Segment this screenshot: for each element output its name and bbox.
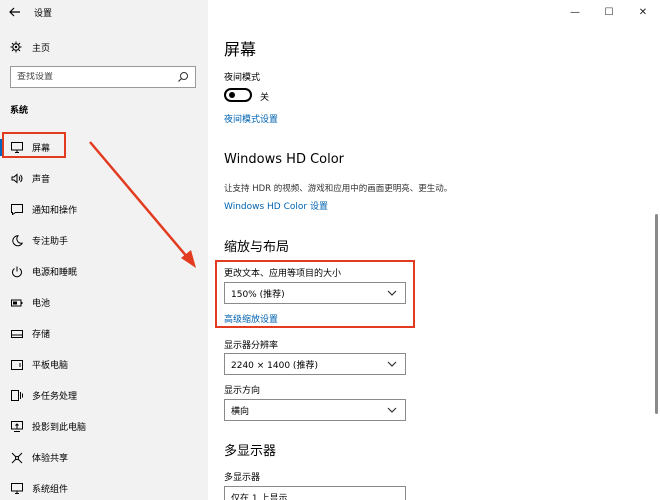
multi-display-value: 仅在 1 上显示	[231, 493, 288, 500]
sidebar-item-storage[interactable]: 存储	[0, 318, 208, 349]
multi-display-label: 多显示器	[224, 473, 261, 483]
components-icon	[10, 482, 24, 496]
sidebar-item-label: 系统组件	[32, 485, 69, 495]
sidebar-item-multitasking[interactable]: 多任务处理	[0, 380, 208, 411]
sidebar-item-label: 多任务处理	[32, 392, 78, 402]
highlight-box-display-nav	[2, 132, 66, 158]
orientation-dropdown[interactable]: 横向	[224, 399, 406, 421]
battery-icon	[10, 296, 24, 310]
sidebar-item-battery[interactable]: 电池	[0, 287, 208, 318]
resolution-dropdown[interactable]: 2240 × 1400 (推荐)	[224, 353, 406, 375]
search-input[interactable]	[17, 72, 167, 82]
highlight-box-scale	[215, 260, 415, 328]
main-panel: — ☐ ✕ 屏幕 夜间模式 关 夜间模式设置 Windows HD Color …	[208, 0, 660, 500]
sidebar-item-project[interactable]: 投影到此电脑	[0, 411, 208, 442]
sidebar-item-label: 存储	[32, 330, 51, 340]
sidebar: 设置 主页 系统 屏幕 声音 通知和操作 专注助手 电源和睡眠	[0, 0, 208, 500]
title-bar: 设置	[0, 0, 208, 24]
resolution-value: 2240 × 1400 (推荐)	[231, 360, 318, 371]
scale-layout-heading: 缩放与布局	[224, 240, 290, 255]
app-title: 设置	[34, 8, 53, 19]
message-icon	[10, 203, 24, 217]
project-icon	[10, 420, 24, 434]
sidebar-item-label: 专注助手	[32, 237, 69, 247]
share-icon	[10, 451, 24, 465]
storage-icon	[10, 327, 24, 341]
page-title: 屏幕	[224, 40, 257, 59]
scrollbar[interactable]	[655, 214, 658, 414]
sidebar-item-focus-assist[interactable]: 专注助手	[0, 225, 208, 256]
sidebar-item-tablet[interactable]: 平板电脑	[0, 349, 208, 380]
back-arrow-icon	[9, 7, 20, 17]
sidebar-item-label: 电池	[32, 299, 51, 309]
minimize-button[interactable]: —	[558, 0, 592, 24]
sidebar-item-shared-experiences[interactable]: 体验共享	[0, 442, 208, 473]
night-mode-label: 夜间模式	[224, 73, 261, 83]
sidebar-item-label: 平板电脑	[32, 361, 69, 371]
moon-icon	[10, 234, 24, 248]
maximize-button[interactable]: ☐	[592, 0, 626, 24]
multi-display-dropdown[interactable]: 仅在 1 上显示	[224, 486, 406, 500]
sidebar-item-label: 声音	[32, 175, 51, 185]
sidebar-item-label: 通知和操作	[32, 206, 78, 216]
hdr-description: 让支持 HDR 的视频、游戏和应用中的画面更明亮、更生动。	[224, 184, 453, 194]
close-button[interactable]: ✕	[626, 0, 660, 24]
toggle-knob	[229, 92, 235, 98]
orientation-value: 横向	[231, 406, 250, 417]
window-controls: — ☐ ✕	[558, 0, 660, 24]
chevron-down-icon	[387, 361, 397, 367]
home-nav-item[interactable]: 主页	[0, 36, 208, 58]
back-button[interactable]	[0, 0, 30, 24]
speaker-icon	[10, 172, 24, 186]
resolution-label: 显示器分辨率	[224, 341, 279, 351]
search-box[interactable]	[10, 66, 196, 88]
hdr-settings-link[interactable]: Windows HD Color 设置	[224, 199, 328, 212]
multitask-icon	[10, 389, 24, 403]
night-mode-state: 关	[260, 93, 270, 103]
hdr-heading: Windows HD Color	[224, 152, 345, 167]
sidebar-item-label: 体验共享	[32, 454, 69, 464]
sidebar-item-system-components[interactable]: 系统组件	[0, 473, 208, 500]
sidebar-item-power-sleep[interactable]: 电源和睡眠	[0, 256, 208, 287]
sidebar-nav: 屏幕 声音 通知和操作 专注助手 电源和睡眠 电池 存储 平板电脑 多任务处理 …	[0, 132, 208, 500]
section-label-system: 系统	[10, 106, 29, 116]
night-mode-settings-link[interactable]: 夜间模式设置	[224, 112, 278, 125]
search-icon[interactable]	[177, 71, 189, 83]
power-icon	[10, 265, 24, 279]
gear-icon	[10, 41, 24, 53]
chevron-down-icon	[387, 407, 397, 413]
orientation-label: 显示方向	[224, 386, 261, 396]
multi-display-heading: 多显示器	[224, 444, 277, 459]
home-label: 主页	[32, 43, 51, 54]
night-mode-toggle[interactable]	[224, 88, 252, 102]
sidebar-item-sound[interactable]: 声音	[0, 163, 208, 194]
sidebar-item-label: 电源和睡眠	[32, 268, 78, 278]
sidebar-item-notifications[interactable]: 通知和操作	[0, 194, 208, 225]
tablet-icon	[10, 358, 24, 372]
sidebar-item-label: 投影到此电脑	[32, 423, 87, 433]
